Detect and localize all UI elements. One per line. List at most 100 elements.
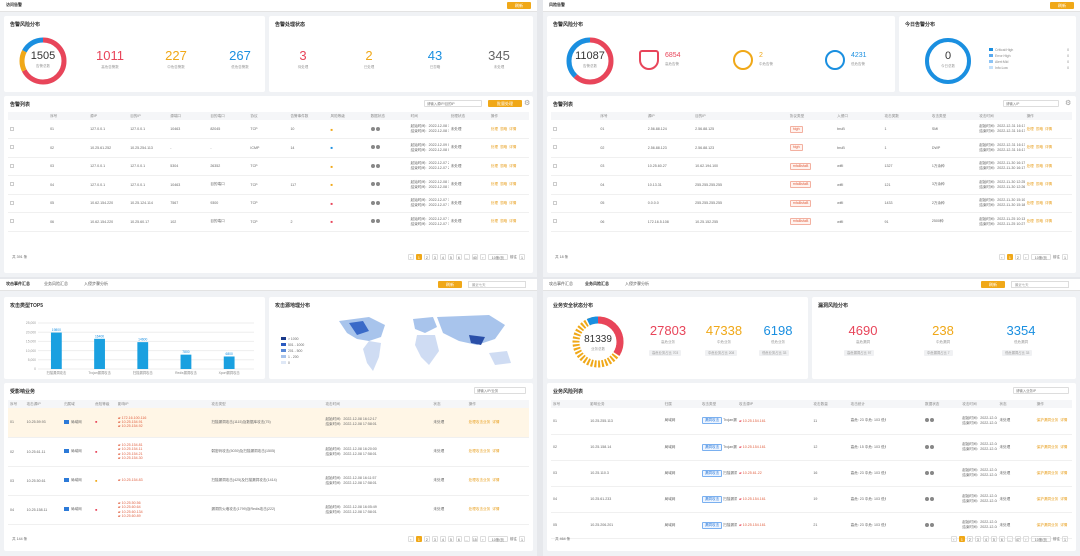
action-处理[interactable]: 处理 — [1027, 201, 1034, 205]
page-...[interactable]: ... — [463, 536, 470, 542]
next-page[interactable]: › — [1022, 254, 1029, 260]
checkbox[interactable] — [553, 126, 557, 131]
batch-button[interactable]: 批量处理 — [488, 100, 522, 107]
action-忽略[interactable]: 忽略 — [500, 182, 507, 186]
action-处理[interactable]: 处理 — [1027, 219, 1034, 223]
page-1[interactable]: 1 — [415, 254, 422, 260]
action-保护漏洞业务[interactable]: 保护漏洞业务 — [1037, 497, 1059, 501]
table-row[interactable]: 06 10.62.154.220 10.25.60.17 102 目的端口 TCP 2 ■ 起始… — [8, 212, 529, 232]
row-checkbox[interactable] — [8, 175, 49, 195]
page-3[interactable]: 3 — [431, 536, 438, 542]
next-page[interactable]: › — [479, 254, 486, 260]
action-处理[interactable]: 处理 — [491, 201, 498, 205]
action-详情[interactable]: 详情 — [1045, 164, 1052, 168]
action-详情[interactable]: 详情 — [1060, 418, 1067, 422]
action-忽略[interactable]: 忽略 — [1036, 145, 1043, 149]
bar[interactable] — [94, 338, 105, 369]
action-保护漏洞业务[interactable]: 保护漏洞业务 — [1037, 445, 1059, 449]
bar[interactable] — [223, 356, 235, 369]
page-2[interactable]: 2 — [1014, 254, 1021, 260]
table-row[interactable]: 0510.25.206.201 局域网漏洞攻击 扫描漏洞攻击▰ 10.25.154… — [551, 512, 1072, 539]
refresh-button[interactable]: 刷新 — [438, 281, 462, 288]
goto-input[interactable]: 1 — [1062, 254, 1068, 260]
settings-icon[interactable]: ⚙ — [1065, 99, 1071, 107]
search-input[interactable] — [1003, 100, 1059, 107]
table-row[interactable]: 04 127.0.0.1 127.0.0.1 10463 目的端口 TCP 117 ■ 起始时间… — [8, 175, 529, 195]
action-处理[interactable]: 处理 — [1027, 182, 1034, 186]
checkbox[interactable] — [553, 163, 557, 168]
search-input[interactable] — [1013, 387, 1069, 394]
table-row[interactable]: 0210.25.158.14 局域网漏洞攻击 Trojan漏洞攻击▰ 10.25.… — [551, 434, 1072, 461]
action-处理[interactable]: 处理 — [491, 182, 498, 186]
action-忽略[interactable]: 忽略 — [500, 219, 507, 223]
page-1[interactable]: 1 — [415, 536, 422, 542]
action-忽略[interactable]: 忽略 — [1036, 164, 1043, 168]
date-select[interactable]: 最近七天 — [468, 281, 526, 288]
table-row[interactable]: 04 10.25.158.11 局域网 ■ ▰ 10.25.50.56 ▰ 10.25.6… — [8, 495, 529, 525]
page-5[interactable]: 5 — [447, 536, 454, 542]
action-详情[interactable]: 详情 — [509, 182, 516, 186]
page-...[interactable]: ... — [1006, 536, 1013, 542]
action-详情[interactable]: 详情 — [492, 449, 499, 453]
action-详情[interactable]: 详情 — [509, 145, 516, 149]
search-input[interactable] — [424, 100, 482, 107]
action-处理[interactable]: 处理 — [491, 219, 498, 223]
checkbox[interactable] — [10, 163, 14, 168]
action-详情[interactable]: 详情 — [492, 478, 499, 482]
action-详情[interactable]: 详情 — [492, 507, 499, 511]
prev-page[interactable]: ‹ — [407, 536, 414, 542]
table-row[interactable]: 05 0.0.0.0 255.255.255.255 mfaBsfaB wifiI 143… — [551, 194, 1072, 213]
action-详情[interactable]: 详情 — [1060, 523, 1067, 527]
checkbox[interactable] — [553, 182, 557, 187]
table-row[interactable]: 02 10.25.61.252 10.25.254.113- - ICMP 14 ■ 起始时间… — [8, 138, 529, 158]
page-6[interactable]: 6 — [455, 536, 462, 542]
action-处理[interactable]: 处理 — [491, 164, 498, 168]
action-详情[interactable]: 详情 — [492, 420, 499, 424]
table-row[interactable]: 03 10.25.60.27 10.62.194.100 mfaBsfaB wifiI 1… — [551, 157, 1072, 176]
table-row[interactable]: 01 10.25.59.93 局域网 ■ ▰ 172.16.100.116 ▰ 10.25… — [8, 408, 529, 438]
page-2[interactable]: 2 — [966, 536, 973, 542]
row-checkbox[interactable] — [8, 194, 49, 213]
prev-page[interactable]: ‹ — [407, 254, 414, 260]
action-处理攻击业务[interactable]: 处理攻击业务 — [469, 420, 491, 424]
table-row[interactable]: 03 10.25.50.61 局域网 ■ ▰ 10.25.154.83 扫描漏洞攻击(42… — [8, 466, 529, 496]
goto-input[interactable]: 1 — [519, 254, 525, 260]
action-保护漏洞业务[interactable]: 保护漏洞业务 — [1037, 418, 1059, 422]
table-row[interactable]: 04 10.13.31 255.255.255.255 mfaBsfaB wifiI 12… — [551, 175, 1072, 195]
settings-icon[interactable]: ⚙ — [524, 99, 530, 107]
page-4[interactable]: 4 — [439, 254, 446, 260]
action-保护漏洞业务[interactable]: 保护漏洞业务 — [1037, 471, 1059, 475]
table-row[interactable]: 02 10.25.61.11 局域网 ■ ▰ 10.25.154.81 ▰ 10.25.1… — [8, 437, 529, 467]
action-忽略[interactable]: 忽略 — [1036, 201, 1043, 205]
action-详情[interactable]: 详情 — [1060, 497, 1067, 501]
action-忽略[interactable]: 忽略 — [500, 127, 507, 131]
checkbox[interactable] — [10, 182, 14, 187]
page-...[interactable]: ... — [463, 254, 470, 260]
page-5[interactable]: 5 — [990, 536, 997, 542]
tab-access-alerts[interactable]: 访问告警 — [6, 2, 22, 8]
action-处理攻击业务[interactable]: 处理攻击业务 — [469, 478, 491, 482]
page-40[interactable]: 40 — [471, 254, 478, 260]
page-15[interactable]: 15 — [471, 536, 478, 542]
tab-business-risk[interactable]: 业务风险汇总 — [585, 281, 609, 287]
goto-input[interactable]: 1 — [519, 536, 525, 542]
action-详情[interactable]: 详情 — [1045, 127, 1052, 131]
checkbox[interactable] — [10, 219, 14, 224]
tab-risk-alerts[interactable]: 风险告警 — [549, 2, 565, 8]
table-row[interactable]: 02 2.56.88.123 2.56.88.123 high bruB 1 DWP 起始时间… — [551, 138, 1072, 158]
action-详情[interactable]: 详情 — [1045, 201, 1052, 205]
row-checkbox[interactable] — [8, 138, 49, 158]
action-保护漏洞业务[interactable]: 保护漏洞业务 — [1037, 523, 1059, 527]
action-忽略[interactable]: 忽略 — [1036, 127, 1043, 131]
row-checkbox[interactable] — [8, 157, 49, 176]
bar[interactable] — [180, 354, 192, 369]
page-1[interactable]: 1 — [1006, 254, 1013, 260]
table-row[interactable]: 06 172.16.5.108 10.25.152.255 mfaBsfaB wifiI… — [551, 212, 1072, 232]
goto-input[interactable]: 1 — [1062, 536, 1068, 542]
action-处理[interactable]: 处理 — [1027, 145, 1034, 149]
refresh-button[interactable]: 刷新 — [507, 2, 531, 9]
checkbox[interactable] — [553, 145, 557, 150]
row-checkbox[interactable] — [551, 120, 599, 139]
row-checkbox[interactable] — [551, 212, 599, 232]
row-checkbox[interactable] — [551, 157, 599, 176]
